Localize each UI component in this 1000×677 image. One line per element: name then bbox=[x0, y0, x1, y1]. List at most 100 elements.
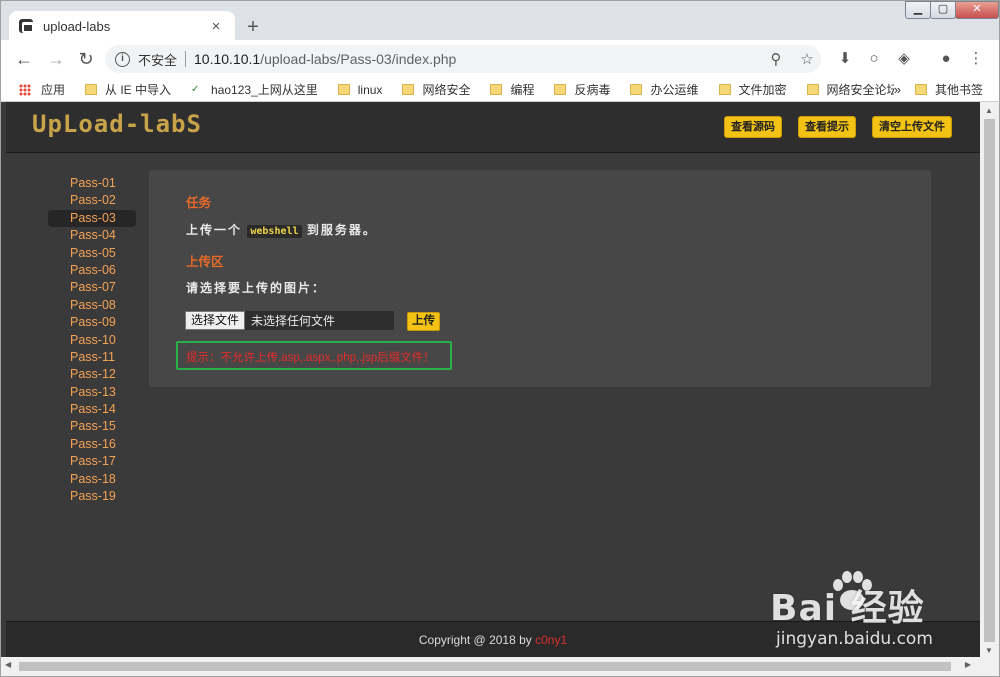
bookmark-label: 文件加密 bbox=[738, 83, 787, 97]
vertical-scroll-thumb[interactable] bbox=[984, 119, 995, 642]
view-hint-button[interactable]: 查看提示 bbox=[798, 116, 856, 138]
bookmark-netsec[interactable]: 网络安全 bbox=[402, 81, 470, 98]
sidebar-item-pass-09[interactable]: Pass-09 bbox=[48, 314, 136, 331]
file-name-placeholder: 未选择任何文件 bbox=[251, 314, 336, 328]
site-favicon-icon bbox=[19, 19, 34, 33]
bookmark-antivirus[interactable]: 反病毒 bbox=[554, 81, 610, 98]
bookmark-label: 其他书签 bbox=[934, 83, 983, 97]
extension-circle-icon[interactable]: ○ bbox=[864, 49, 884, 69]
url-path: /upload-labs/Pass-03/index.php bbox=[260, 51, 457, 67]
scroll-down-icon[interactable]: ▼ bbox=[985, 646, 993, 655]
bookmark-ie-import[interactable]: 从 IE 中导入 bbox=[85, 81, 171, 98]
bookmark-office[interactable]: 办公运维 bbox=[630, 81, 699, 98]
sidebar-item-pass-05[interactable]: Pass-05 bbox=[48, 245, 136, 262]
site-header: UpLoad-labS 查看源码 查看提示 清空上传文件 bbox=[6, 102, 980, 153]
bookmarks-overflow-icon[interactable]: » bbox=[894, 82, 901, 97]
horizontal-scrollbar[interactable]: ◀ ▶ bbox=[1, 657, 999, 676]
minimize-icon[interactable]: ▁ bbox=[905, 1, 931, 19]
choose-image-label: 请选择要上传的图片： bbox=[186, 281, 327, 295]
bookmark-label: 网络安全论坛 bbox=[826, 83, 899, 97]
bookmarks-right: » 其他书签 bbox=[893, 81, 999, 98]
folder-icon bbox=[914, 84, 927, 95]
task-prefix: 上传一个 bbox=[186, 223, 243, 237]
upload-area-title: 上传区 bbox=[186, 255, 224, 269]
sidebar-item-pass-03[interactable]: Pass-03 bbox=[48, 209, 136, 228]
tab-title: upload-labs bbox=[43, 18, 111, 34]
reload-icon[interactable]: ↻ bbox=[75, 48, 97, 70]
folder-icon bbox=[337, 84, 350, 95]
bookmark-label: 反病毒 bbox=[574, 83, 611, 97]
forward-arrow-icon[interactable]: → bbox=[45, 48, 67, 70]
scroll-up-icon[interactable]: ▲ bbox=[985, 106, 993, 115]
bookmark-label: 编程 bbox=[510, 83, 535, 97]
security-label: 不安全 bbox=[138, 52, 178, 68]
bookmark-label: 应用 bbox=[41, 83, 66, 97]
folder-icon bbox=[630, 84, 643, 95]
bookmark-label: 从 IE 中导入 bbox=[105, 83, 172, 97]
bookmark-hao123[interactable]: ✓ hao123_上网从这里 bbox=[191, 81, 318, 98]
upload-button[interactable]: 上传 bbox=[407, 312, 440, 331]
profile-icon[interactable]: ● bbox=[936, 49, 956, 69]
scroll-left-icon[interactable]: ◀ bbox=[5, 660, 11, 669]
bookmark-netsec-forum[interactable]: 网络安全论坛 bbox=[806, 81, 899, 98]
folder-icon bbox=[718, 84, 731, 95]
maximize-icon[interactable]: ▢ bbox=[930, 1, 956, 19]
sidebar-item-pass-02[interactable]: Pass-02 bbox=[48, 192, 136, 209]
bookmark-other[interactable]: 其他书签 bbox=[914, 81, 983, 98]
download-icon[interactable]: ⬇ bbox=[835, 49, 855, 69]
browser-titlebar: upload-labs × + ▁ ▢ ✕ bbox=[0, 0, 1000, 41]
bookmark-star-icon[interactable]: ☆ bbox=[797, 50, 817, 68]
bookmark-programming[interactable]: 编程 bbox=[490, 81, 534, 98]
sidebar-item-pass-15[interactable]: Pass-15 bbox=[48, 418, 136, 435]
sidebar-item-pass-17[interactable]: Pass-17 bbox=[48, 453, 136, 470]
horizontal-scroll-thumb[interactable] bbox=[19, 662, 951, 671]
sidebar-item-pass-07[interactable]: Pass-07 bbox=[48, 279, 136, 296]
author-link[interactable]: c0ny1 bbox=[535, 633, 567, 647]
sidebar-item-pass-13[interactable]: Pass-13 bbox=[48, 384, 136, 401]
sidebar-item-pass-14[interactable]: Pass-14 bbox=[48, 401, 136, 418]
clear-uploads-button[interactable]: 清空上传文件 bbox=[872, 116, 952, 138]
info-icon[interactable]: i bbox=[115, 51, 130, 67]
sidebar-item-pass-06[interactable]: Pass-06 bbox=[48, 262, 136, 279]
bookmark-apps[interactable]: 应用 bbox=[19, 81, 65, 98]
window-controls: ▁ ▢ ✕ bbox=[905, 1, 999, 19]
task-code: webshell bbox=[247, 225, 302, 238]
hint-highlight-box: 提示：不允许上传.asp,.aspx,.php,.jsp后缀文件！ bbox=[176, 341, 452, 370]
sidebar-item-pass-10[interactable]: Pass-10 bbox=[48, 332, 136, 349]
bookmark-label: hao123_上网从这里 bbox=[211, 83, 318, 97]
sidebar-item-pass-19[interactable]: Pass-19 bbox=[48, 488, 136, 505]
browser-tab[interactable]: upload-labs × bbox=[9, 11, 235, 41]
bookmark-linux[interactable]: linux bbox=[337, 83, 382, 97]
url-host: 10.10.10.1 bbox=[194, 51, 261, 67]
sidebar-item-pass-16[interactable]: Pass-16 bbox=[48, 436, 136, 453]
folder-icon bbox=[554, 84, 567, 95]
url-text[interactable]: 10.10.10.1/upload-labs/Pass-03/index.php bbox=[194, 51, 821, 67]
hao123-icon: ✓ bbox=[191, 83, 200, 95]
file-input[interactable]: 选择文件 未选择任何文件 bbox=[185, 311, 394, 330]
menu-kebab-icon[interactable]: ⋮ bbox=[966, 49, 986, 69]
back-arrow-icon[interactable]: ← bbox=[13, 48, 35, 70]
sidebar-item-pass-18[interactable]: Pass-18 bbox=[48, 471, 136, 488]
scroll-right-icon[interactable]: ▶ bbox=[965, 660, 971, 669]
bookmark-encryption[interactable]: 文件加密 bbox=[718, 81, 787, 98]
task-description: 上传一个 webshell 到服务器。 bbox=[186, 221, 377, 238]
sidebar-item-pass-12[interactable]: Pass-12 bbox=[48, 366, 136, 383]
sidebar-item-pass-08[interactable]: Pass-08 bbox=[48, 297, 136, 314]
vertical-scrollbar[interactable]: ▲ ▼ bbox=[980, 102, 999, 658]
choose-file-button[interactable]: 选择文件 bbox=[185, 311, 246, 330]
upload-hint-text: 提示：不允许上传.asp,.aspx,.php,.jsp后缀文件！ bbox=[186, 352, 435, 364]
bookmarks-bar: 应用 从 IE 中导入 ✓ hao123_上网从这里 linux 网络安全 编程 … bbox=[0, 78, 1000, 102]
sidebar-item-pass-11[interactable]: Pass-11 bbox=[48, 349, 136, 366]
pass-sidebar: Pass-01 Pass-02 Pass-03 Pass-04 Pass-05 … bbox=[48, 175, 136, 505]
folder-icon bbox=[806, 84, 819, 95]
address-bar[interactable]: i 不安全 10.10.10.1/upload-labs/Pass-03/ind… bbox=[105, 45, 821, 73]
new-tab-button[interactable]: + bbox=[241, 16, 265, 40]
bookmark-label: 网络安全 bbox=[422, 83, 471, 97]
view-source-button[interactable]: 查看源码 bbox=[724, 116, 782, 138]
tab-close-icon[interactable]: × bbox=[207, 18, 225, 35]
sidebar-item-pass-04[interactable]: Pass-04 bbox=[48, 227, 136, 244]
window-close-icon[interactable]: ✕ bbox=[955, 1, 999, 19]
extension-icon[interactable]: ◈ bbox=[894, 49, 914, 69]
sidebar-item-pass-01[interactable]: Pass-01 bbox=[48, 175, 136, 192]
zoom-search-icon[interactable]: ⚲ bbox=[766, 50, 786, 68]
